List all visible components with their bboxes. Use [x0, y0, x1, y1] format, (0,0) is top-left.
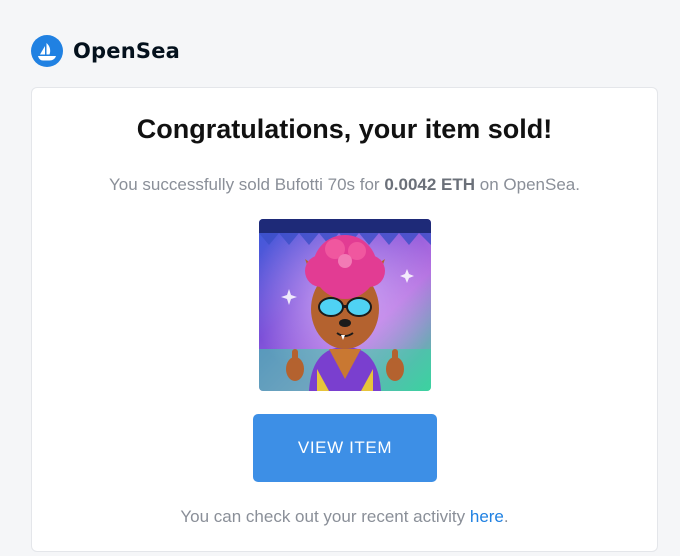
recent-activity-prefix: You can check out your recent activity [180, 507, 470, 526]
headline: Congratulations, your item sold! [136, 114, 553, 144]
email-container: OpenSea Congratulations, your item sold!… [0, 0, 680, 556]
opensea-boat-icon [31, 35, 63, 67]
recent-activity-suffix: . [503, 507, 509, 526]
recent-activity-link[interactable]: here [470, 507, 504, 526]
sale-price: 0.0042 ETH [384, 175, 476, 194]
brand-name: OpenSea [73, 39, 181, 63]
sale-message-suffix: on OpenSea. [475, 175, 580, 194]
brand-header: OpenSea [31, 34, 180, 68]
sale-message-prefix: You successfully sold Bufotti 70s for [109, 175, 385, 194]
nft-artwork-image [259, 219, 431, 391]
sale-message: You successfully sold Bufotti 70s for 0.… [32, 175, 657, 195]
view-item-button[interactable]: VIEW ITEM [253, 414, 437, 482]
recent-activity-note: You can check out your recent activity h… [32, 507, 657, 527]
notification-card: Congratulations, your item sold! You suc… [31, 87, 658, 552]
